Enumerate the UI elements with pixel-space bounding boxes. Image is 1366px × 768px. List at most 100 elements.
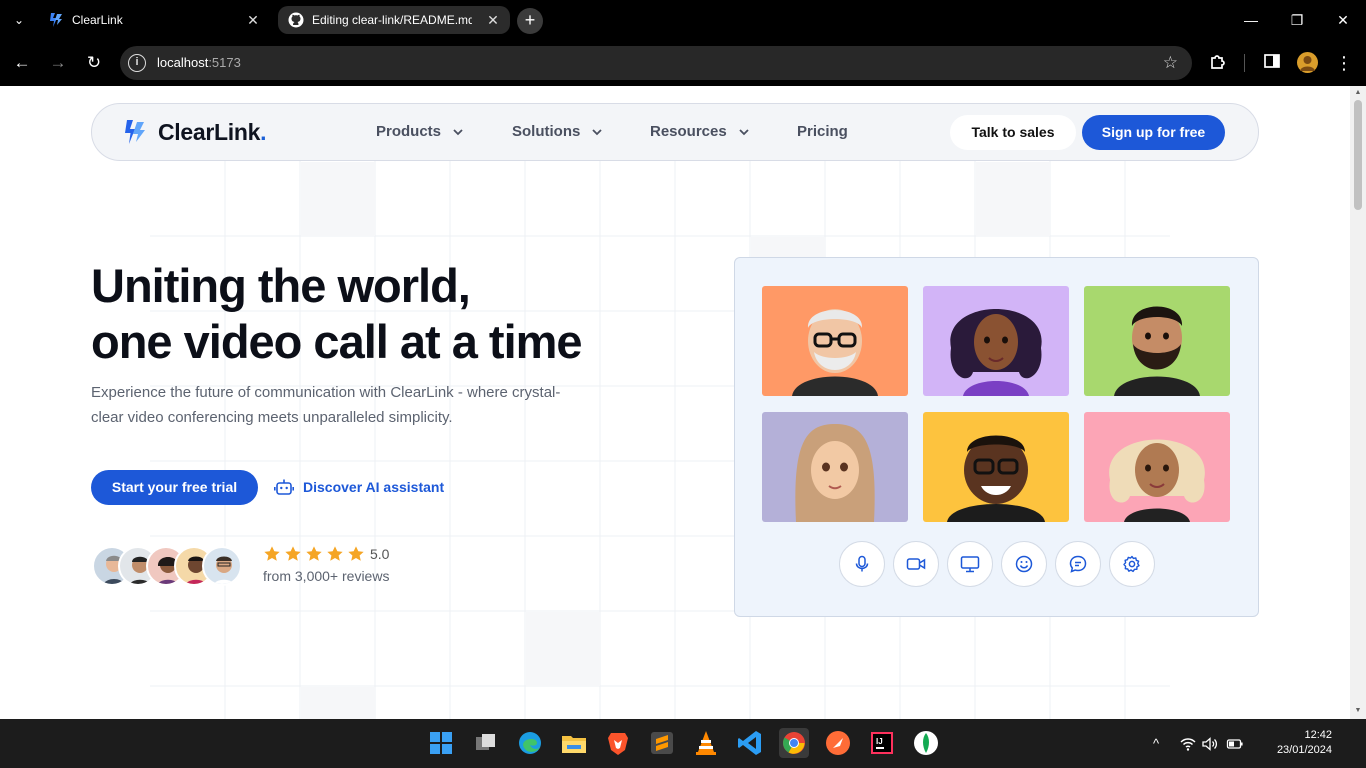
nav-products[interactable]: Products bbox=[376, 123, 463, 140]
tab-title: Editing clear-link/README.md a bbox=[312, 13, 472, 27]
start-free-trial-button[interactable]: Start your free trial bbox=[91, 470, 258, 505]
chat-button[interactable] bbox=[1055, 541, 1101, 587]
screen-share-button[interactable] bbox=[947, 541, 993, 587]
extensions-puzzle-icon[interactable] bbox=[1207, 52, 1229, 74]
chevron-down-icon bbox=[453, 128, 463, 135]
minimize-window-icon[interactable]: — bbox=[1228, 0, 1274, 40]
hero-title-line-1: Uniting the world, bbox=[91, 259, 471, 312]
participant-tile bbox=[923, 286, 1069, 396]
chevron-down-icon bbox=[739, 128, 749, 135]
file-explorer-icon[interactable] bbox=[559, 728, 589, 758]
camera-button[interactable] bbox=[893, 541, 939, 587]
browser-menu-icon[interactable]: ⋮ bbox=[1333, 52, 1355, 74]
restore-window-icon[interactable]: ❐ bbox=[1274, 0, 1320, 40]
page-scrollbar[interactable]: ▲ ▼ bbox=[1350, 86, 1366, 719]
participant-tile bbox=[1084, 286, 1230, 396]
mongodb-compass-icon[interactable] bbox=[911, 728, 941, 758]
sublime-text-icon[interactable] bbox=[647, 728, 677, 758]
close-tab-icon[interactable]: ✕ bbox=[484, 11, 502, 29]
chrome-browser-icon[interactable] bbox=[779, 728, 809, 758]
clock-date: 23/01/2024 bbox=[1276, 744, 1332, 756]
tab-search-icon[interactable]: ⌄ bbox=[8, 10, 30, 30]
bookmark-star-icon[interactable]: ☆ bbox=[1163, 53, 1178, 73]
tab-github-readme[interactable]: Editing clear-link/README.md a ✕ bbox=[278, 6, 510, 34]
chat-icon bbox=[1069, 555, 1087, 573]
address-bar[interactable]: i localhost:5173 ☆ bbox=[120, 46, 1192, 80]
participant-tile bbox=[1084, 412, 1230, 522]
github-icon bbox=[288, 12, 304, 28]
participant-tile bbox=[923, 412, 1069, 522]
intellij-idea-icon[interactable]: IJ bbox=[867, 728, 897, 758]
vscode-icon[interactable] bbox=[735, 728, 765, 758]
svg-text:IJ: IJ bbox=[876, 737, 883, 746]
windows-start-icon[interactable] bbox=[426, 728, 456, 758]
nav-pricing-label: Pricing bbox=[797, 123, 848, 140]
star-icon bbox=[348, 546, 364, 561]
avatar bbox=[202, 546, 242, 586]
url-text[interactable]: localhost:5173 bbox=[157, 55, 241, 70]
clock-time: 12:42 bbox=[1304, 729, 1332, 741]
scroll-down-icon[interactable]: ▼ bbox=[1354, 707, 1362, 715]
nav-pricing[interactable]: Pricing bbox=[797, 123, 848, 140]
hero-subtitle: Experience the future of communication w… bbox=[91, 384, 561, 426]
side-panel-icon[interactable] bbox=[1261, 52, 1283, 74]
reviews-count: from 3,000+ reviews bbox=[263, 568, 390, 584]
nav-resources-label: Resources bbox=[650, 123, 727, 140]
rating-value: 5.0 bbox=[370, 546, 390, 562]
postman-icon[interactable] bbox=[823, 728, 853, 758]
microphone-icon bbox=[855, 555, 869, 572]
discover-ai-assistant-label: Discover AI assistant bbox=[303, 479, 445, 495]
wifi-icon[interactable] bbox=[1179, 735, 1197, 753]
tab-clearlink[interactable]: ClearLink ✕ bbox=[38, 4, 270, 36]
star-icon bbox=[285, 546, 301, 561]
scroll-up-icon[interactable]: ▲ bbox=[1354, 89, 1362, 97]
volume-icon[interactable] bbox=[1201, 735, 1219, 753]
vlc-player-icon[interactable] bbox=[691, 728, 721, 758]
star-icon bbox=[306, 546, 322, 561]
talk-to-sales-button[interactable]: Talk to sales bbox=[950, 115, 1076, 150]
windows-taskbar: IJ ^ 12:42 23/01/2024 bbox=[0, 719, 1366, 768]
settings-icon bbox=[1123, 555, 1140, 573]
brand-name: ClearLink. bbox=[158, 118, 267, 145]
system-clock[interactable]: 12:42 23/01/2024 bbox=[1254, 728, 1332, 758]
reload-icon[interactable]: ↻ bbox=[82, 51, 106, 75]
close-tab-icon[interactable]: ✕ bbox=[244, 11, 262, 29]
hero-title: Uniting the world, one video call at a t… bbox=[91, 258, 583, 370]
participant-tile bbox=[762, 412, 908, 522]
brave-browser-icon[interactable] bbox=[603, 728, 633, 758]
back-arrow-icon[interactable]: ← bbox=[10, 51, 34, 75]
task-view-icon[interactable] bbox=[471, 728, 501, 758]
nav-solutions-label: Solutions bbox=[512, 123, 581, 140]
battery-icon[interactable] bbox=[1226, 735, 1244, 753]
hero-title-line-2: one video call at a time bbox=[91, 315, 583, 368]
clearlink-logo[interactable]: ClearLink. bbox=[122, 116, 267, 148]
tab-title: ClearLink bbox=[72, 13, 123, 27]
site-info-icon[interactable]: i bbox=[128, 54, 146, 72]
participant-tile bbox=[762, 286, 908, 396]
settings-button[interactable] bbox=[1109, 541, 1155, 587]
screen-share-icon bbox=[960, 556, 980, 573]
emoji-reaction-button[interactable] bbox=[1001, 541, 1047, 587]
forward-arrow-icon[interactable]: → bbox=[46, 51, 70, 75]
clearlink-favicon-icon bbox=[50, 13, 62, 27]
emoji-icon bbox=[1015, 555, 1033, 573]
discover-ai-assistant-link[interactable]: Discover AI assistant bbox=[274, 478, 444, 496]
new-tab-button[interactable]: + bbox=[517, 8, 543, 34]
show-hidden-icons-chevron-icon[interactable]: ^ bbox=[1147, 735, 1165, 753]
nav-resources[interactable]: Resources bbox=[650, 123, 749, 140]
robot-icon bbox=[274, 479, 294, 495]
rating-stars: 5.0 bbox=[263, 545, 389, 563]
browser-toolbar: ← → ↻ i localhost:5173 ☆ ⋮ bbox=[0, 40, 1366, 86]
profile-avatar[interactable] bbox=[1297, 52, 1318, 73]
nav-solutions[interactable]: Solutions bbox=[512, 123, 602, 140]
clearlink-logo-icon bbox=[125, 120, 145, 144]
toolbar-divider bbox=[1244, 54, 1245, 72]
microphone-button[interactable] bbox=[839, 541, 885, 587]
scrollbar-thumb[interactable] bbox=[1354, 100, 1362, 210]
star-icon bbox=[327, 546, 343, 561]
star-icon bbox=[264, 546, 280, 561]
edge-browser-icon[interactable] bbox=[515, 728, 545, 758]
browser-tab-bar: ⌄ ClearLink ✕ Editing clear-link/README.… bbox=[0, 0, 1366, 40]
close-window-icon[interactable]: ✕ bbox=[1320, 0, 1366, 40]
sign-up-button[interactable]: Sign up for free bbox=[1082, 115, 1225, 150]
